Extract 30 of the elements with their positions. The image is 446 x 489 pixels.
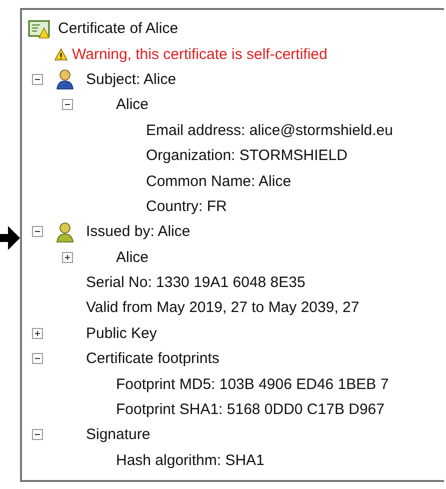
tree-item[interactable]: Alice <box>114 96 149 114</box>
tree-item[interactable]: Issued by: Alice <box>84 223 190 240</box>
tree-item[interactable]: Subject: Alice <box>84 70 176 88</box>
person-icon <box>55 220 75 243</box>
tree-item[interactable]: Country: FR <box>144 198 227 215</box>
tree-item[interactable]: Footprint SHA1: 5168 0DD0 C17B D967 <box>114 401 384 418</box>
expand-toggle-icon[interactable] <box>32 226 46 238</box>
tree-item[interactable]: Warning, this certificate is self-certified <box>70 46 328 63</box>
tree-item[interactable]: Public Key <box>84 324 157 342</box>
expand-toggle-icon[interactable] <box>62 99 76 110</box>
expand-toggle-icon[interactable] <box>32 74 46 85</box>
tree-item[interactable]: Footprint MD5: 103B 4906 ED46 1BEB 7 <box>114 376 389 393</box>
expand-toggle-icon[interactable] <box>32 328 46 339</box>
warning-icon <box>54 48 68 61</box>
tree-item[interactable]: Common Name: Alice <box>144 172 292 190</box>
expand-toggle-icon[interactable] <box>32 353 46 364</box>
tree-item[interactable]: Serial No: 1330 19A1 6048 8E35 <box>84 274 306 292</box>
person-icon <box>55 68 75 90</box>
tree-item[interactable]: Signature <box>84 426 150 444</box>
expand-toggle-icon[interactable] <box>62 252 76 263</box>
tree-item[interactable]: Certificate of Alice <box>56 20 178 38</box>
tree-item[interactable]: Valid from May 2019, 27 to May 2039, 27 <box>84 299 360 316</box>
tree-item[interactable]: Certificate footprints <box>84 350 220 368</box>
tree-item[interactable]: Alice <box>114 248 149 266</box>
tree-item[interactable]: Hash algorithm: SHA1 <box>114 452 264 469</box>
certificate-icon <box>28 18 50 39</box>
expand-toggle-icon[interactable] <box>32 429 46 440</box>
tree-item[interactable]: Email address: alice@stormshield.eu <box>144 122 393 139</box>
tree-item[interactable]: Organization: STORMSHIELD <box>144 147 348 164</box>
arrow-icon <box>0 225 20 251</box>
